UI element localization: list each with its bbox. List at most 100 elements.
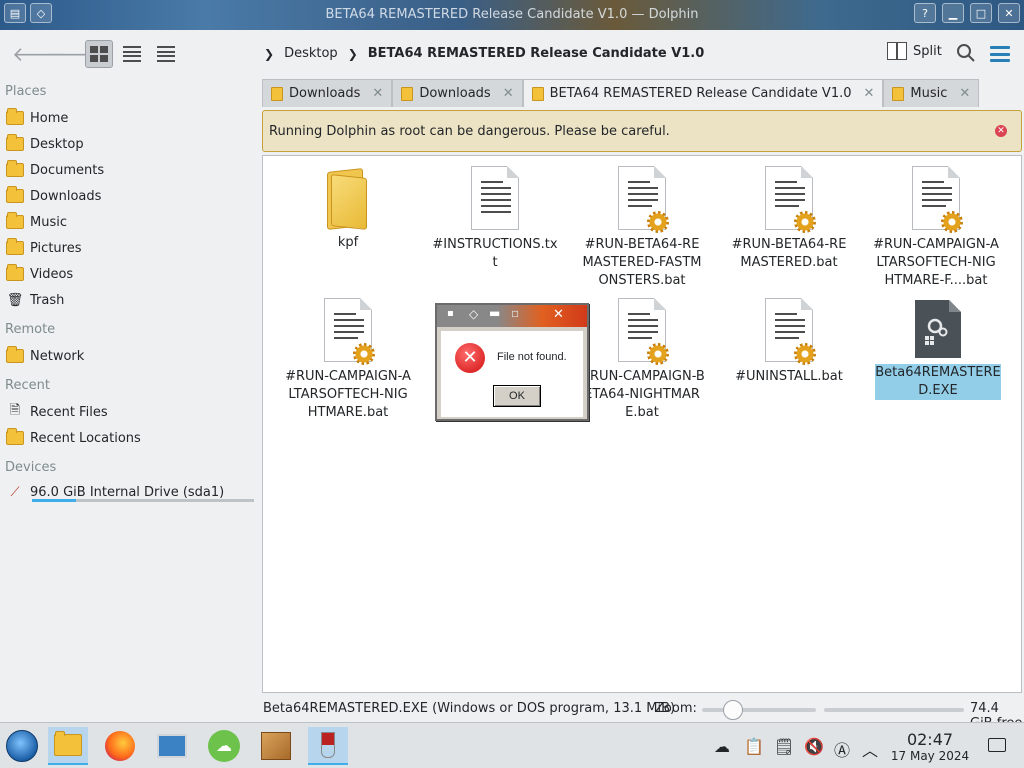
dialog-message: File not found.: [497, 351, 567, 363]
tab-music[interactable]: Music ✕: [883, 79, 980, 107]
sidebar-item-home[interactable]: Home: [6, 107, 256, 129]
file-item-uninstall[interactable]: #UNINSTALL.bat: [726, 298, 852, 386]
file-item-kpf[interactable]: kpf: [285, 166, 411, 252]
close-warning-icon[interactable]: ✕: [995, 125, 1007, 137]
close-tab-icon[interactable]: ✕: [959, 86, 970, 101]
window-titlebar[interactable]: ▤ ◇ BETA64 REMASTERED Release Candidate …: [0, 0, 1024, 30]
file-item-run-campaign-beta64[interactable]: #RUN-CAMPAIGN-BETA64-NIGHTMARE.bat: [579, 298, 705, 422]
icons-view-icon: [90, 46, 108, 62]
help-button[interactable]: ?: [914, 3, 936, 23]
close-tab-icon[interactable]: ✕: [864, 86, 875, 101]
close-button[interactable]: ✕: [998, 3, 1020, 23]
minimize-button[interactable]: ▁: [942, 3, 964, 23]
zoom-slider-handle[interactable]: [723, 700, 743, 720]
hamburger-menu-icon[interactable]: [990, 46, 1010, 62]
file-item-run-campaign-altarsoftech[interactable]: #RUN-CAMPAIGN-ALTARSOFTECH-NIGHTMARE.bat: [285, 298, 411, 422]
sidebar-item-recent-files[interactable]: 🗎 Recent Files: [6, 401, 256, 423]
sidebar-item-network[interactable]: Network: [6, 345, 256, 367]
maximize-button[interactable]: □: [970, 3, 992, 23]
sidebar: Places Home Desktop Documents Downloads …: [0, 78, 260, 718]
free-space-bar: [824, 708, 964, 712]
dialog-minimize-icon[interactable]: ▬: [489, 306, 500, 320]
dialog-keep-above-icon[interactable]: ◇: [469, 307, 478, 321]
folder-icon: [323, 166, 373, 230]
icons-view-button[interactable]: [85, 40, 113, 68]
taskbar-package-manager[interactable]: [256, 727, 296, 765]
breadcrumb-desktop[interactable]: Desktop: [284, 46, 338, 61]
sidebar-item-desktop[interactable]: Desktop: [6, 133, 256, 155]
compact-view-icon: [123, 46, 141, 62]
forward-button[interactable]: 🡒: [46, 42, 100, 66]
sidebar-item-recent-locations[interactable]: Recent Locations: [6, 427, 256, 449]
compact-view-button[interactable]: [118, 40, 146, 68]
tab-beta64[interactable]: BETA64 REMASTERED Release Candidate V1.0…: [522, 79, 884, 107]
tab-bar: Downloads ✕ Downloads ✕ BETA64 REMASTERED …: [262, 78, 980, 108]
dialog-app-icon: ▪: [447, 308, 454, 319]
batch-file-icon: [618, 298, 669, 365]
taskbar-firefox[interactable]: [100, 727, 140, 765]
taskbar-dolphin[interactable]: [48, 727, 88, 765]
close-tab-icon[interactable]: ✕: [503, 86, 514, 101]
sidebar-item-music[interactable]: Music: [6, 211, 256, 233]
package-icon: [261, 732, 291, 760]
zoom-slider-track[interactable]: [702, 708, 816, 712]
file-item-run-beta64[interactable]: #RUN-BETA64-REMASTERED.bat: [726, 166, 852, 272]
pictures-folder-icon: [6, 238, 24, 255]
firefox-icon: [105, 731, 135, 761]
tab-downloads-1[interactable]: Downloads ✕: [262, 79, 393, 107]
split-button[interactable]: Split: [887, 42, 942, 60]
breadcrumb-current[interactable]: BETA64 REMASTERED Release Candidate V1.0: [368, 46, 705, 61]
taskbar-cloud-app[interactable]: ☁: [204, 727, 244, 765]
downloads-folder-icon: [6, 186, 24, 203]
taskbar-wine[interactable]: [308, 727, 348, 765]
sidebar-item-pictures[interactable]: Pictures: [6, 237, 256, 259]
error-dialog: ▪ ◇ ▬ ▫ ✕ ✕ File not found. OK: [435, 303, 589, 421]
drive-icon: ⟋: [10, 484, 20, 500]
folder-icon: [892, 86, 905, 101]
start-menu-button[interactable]: [2, 727, 42, 765]
remote-heading: Remote: [5, 322, 56, 337]
file-item-instructions[interactable]: #INSTRUCTIONS.txt: [432, 166, 558, 272]
cloud-download-icon: ☁: [208, 730, 240, 762]
desktop-folder-icon: [6, 134, 24, 151]
dialog-close-icon[interactable]: ✕: [553, 307, 564, 322]
wine-glass-icon: [321, 732, 335, 758]
file-item-run-campaign-altarsoftech-f[interactable]: #RUN-CAMPAIGN-ALTARSOFTECH-NIGHTMARE-F..…: [873, 166, 999, 290]
file-view[interactable]: kpf #INSTRUCTIONS.txt #RUN-BETA64-REMAST…: [262, 155, 1022, 693]
sidebar-item-downloads[interactable]: Downloads: [6, 185, 256, 207]
dialog-maximize-icon[interactable]: ▫: [511, 306, 519, 320]
close-tab-icon[interactable]: ✕: [372, 86, 383, 101]
status-bar: Beta64REMASTERED.EXE (Windows or DOS pro…: [0, 696, 1024, 731]
devices-heading: Devices: [5, 460, 57, 475]
file-item-beta64-exe[interactable]: Beta64REMASTERED.EXE: [875, 300, 1001, 400]
cloud-sync-icon[interactable]: ☁: [714, 737, 730, 756]
sidebar-item-documents[interactable]: Documents: [6, 159, 256, 181]
ok-button[interactable]: OK: [493, 385, 541, 407]
volume-muted-icon[interactable]: 🔇: [804, 737, 824, 756]
back-button[interactable]: 🡐: [12, 42, 66, 66]
gear-icon: [794, 211, 816, 233]
network-folder-icon: [6, 346, 24, 363]
details-view-button[interactable]: [152, 40, 180, 68]
taskbar: ☁ ☁ 📋 🗒 🔇 Ⓐ ︿ 02:47 17 May 2024: [0, 722, 1024, 768]
tab-downloads-2[interactable]: Downloads ✕: [392, 79, 523, 107]
dialog-titlebar[interactable]: ▪ ◇ ▬ ▫ ✕: [437, 305, 587, 327]
clipboard-tray-icon[interactable]: 📋: [744, 737, 764, 756]
taskbar-system-settings[interactable]: [152, 727, 192, 765]
music-folder-icon: [6, 212, 24, 229]
notes-tray-icon[interactable]: 🗒: [774, 737, 794, 756]
chevron-right-icon: ❯: [347, 46, 358, 61]
keyboard-layout-icon[interactable]: Ⓐ: [834, 737, 850, 761]
search-icon[interactable]: [956, 43, 976, 63]
error-icon: ✕: [455, 343, 485, 373]
file-item-run-fastmonsters[interactable]: #RUN-BETA64-REMASTERED-FASTMONSTERS.bat: [579, 166, 705, 290]
clock[interactable]: 02:47 17 May 2024: [890, 731, 970, 764]
text-file-icon: [471, 166, 519, 230]
videos-folder-icon: [6, 264, 24, 281]
documents-folder-icon: [6, 160, 24, 177]
sidebar-item-trash[interactable]: 🗑 Trash: [6, 289, 256, 311]
sidebar-item-videos[interactable]: Videos: [6, 263, 256, 285]
folder-icon: [271, 86, 283, 101]
chevron-up-icon[interactable]: ︿: [862, 737, 878, 761]
show-desktop-icon[interactable]: [988, 738, 1006, 752]
